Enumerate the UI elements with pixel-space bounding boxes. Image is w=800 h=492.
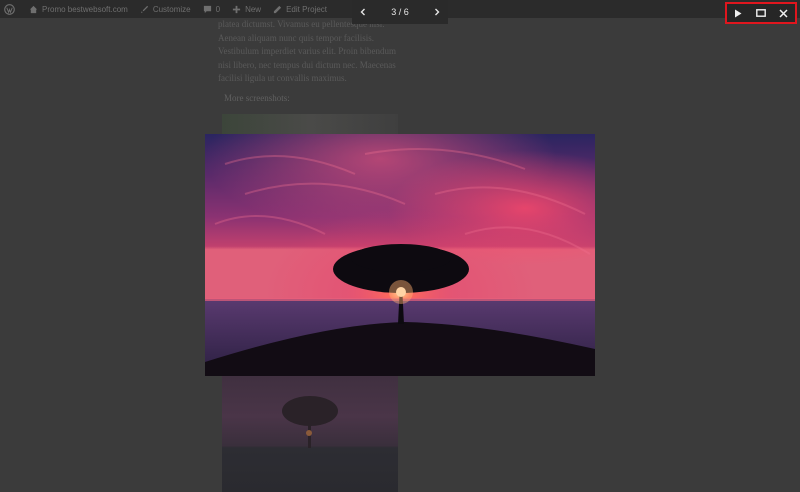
- more-screenshots-heading: More screenshots:: [224, 93, 290, 103]
- comments-count: 0: [215, 4, 221, 14]
- wordpress-logo-icon[interactable]: [4, 3, 19, 15]
- lightbox-image[interactable]: [205, 134, 595, 376]
- slideshow-play-button[interactable]: [728, 4, 748, 22]
- thumbnail-sun: [306, 430, 312, 436]
- screenshot-thumbnail[interactable]: [222, 376, 398, 492]
- chevron-right-icon: [434, 8, 440, 16]
- chevron-left-icon: [360, 8, 365, 16]
- post-content: platea dictumst. Vivamus eu pellentesque…: [218, 18, 404, 86]
- admin-bar-customize[interactable]: Customize: [140, 5, 191, 14]
- image-counter: 3 / 6: [391, 7, 409, 17]
- plus-icon: [232, 5, 241, 13]
- admin-bar-edit[interactable]: Edit Project: [273, 5, 327, 14]
- site-name: Promo bestwebsoft.com: [42, 4, 128, 14]
- new-label: New: [245, 4, 262, 14]
- play-icon: [735, 9, 742, 17]
- prev-image-button[interactable]: [352, 0, 374, 24]
- close-icon: [779, 8, 788, 18]
- brush-icon: [140, 5, 148, 13]
- customize-label: Customize: [152, 4, 191, 14]
- admin-bar-site-link[interactable]: Promo bestwebsoft.com: [29, 5, 128, 14]
- screenshot-thumbnail[interactable]: [222, 114, 398, 134]
- admin-bar-comments[interactable]: 0: [203, 5, 220, 14]
- edit-label: Edit Project: [286, 4, 327, 14]
- lightbox-counter-bar: 3 / 6: [352, 0, 448, 24]
- next-image-button[interactable]: [426, 0, 448, 24]
- comment-icon: [203, 5, 211, 13]
- fullscreen-button[interactable]: [751, 4, 771, 22]
- lightbox-controls: [725, 2, 797, 24]
- admin-bar-new[interactable]: New: [232, 5, 261, 14]
- sunset-tree-image: [205, 134, 595, 376]
- maximize-icon: [756, 9, 766, 17]
- close-lightbox-button[interactable]: [774, 4, 794, 22]
- home-icon: [29, 5, 38, 13]
- content-paragraph: platea dictumst. Vivamus eu pellentesque…: [218, 19, 396, 84]
- pencil-icon: [273, 5, 282, 13]
